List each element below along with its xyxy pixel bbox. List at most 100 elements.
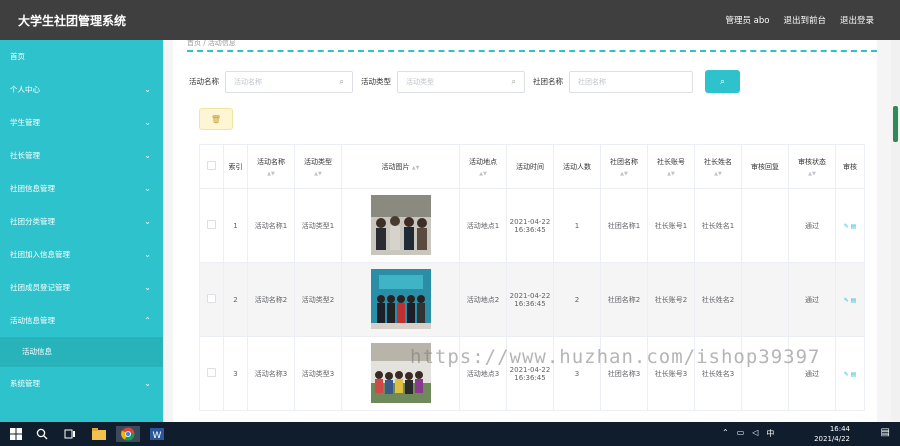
sidebar: 首页 个人中心 ⌄ 学生管理 ⌄ 社长管理 ⌄ 社团信息管理 ⌄ 社团分类管理 ⌄ 社团加… (0, 40, 163, 422)
back-to-front-link[interactable]: 退出到前台 (783, 14, 826, 26)
club-name-input[interactable]: 社团名称 (569, 70, 693, 93)
network-icon[interactable]: ▭ (737, 428, 745, 439)
chevron-up-icon[interactable]: ⌃ (722, 428, 729, 439)
sidebar-item-label: 社团信息管理 (10, 184, 55, 193)
sidebar-item-label: 社团成员登记管理 (10, 283, 70, 292)
cell-reply (741, 262, 789, 337)
activity-photo[interactable] (370, 194, 431, 255)
chevron-down-icon: ⌄ (144, 379, 151, 388)
cell-leader-name: 社长姓名1 (694, 188, 742, 263)
sort-icon[interactable]: ▲▼ (648, 171, 694, 177)
scrollbar-thumb[interactable] (893, 106, 898, 142)
select-all-checkbox[interactable] (199, 144, 224, 189)
cell-type: 活动类型2 (294, 262, 342, 337)
notification-icon[interactable]: ▤ (881, 427, 890, 438)
row-select[interactable] (199, 262, 224, 337)
delete-button[interactable]: 🗑 (199, 108, 233, 130)
sort-icon[interactable]: ▲▼ (601, 171, 647, 177)
cell-name: 活动名称3 (247, 336, 295, 411)
sidebar-item-students[interactable]: 学生管理 ⌄ (0, 106, 163, 139)
cell-audit: ✎ ▤ (835, 262, 865, 337)
cell-leader-name: 社长姓名2 (694, 262, 742, 337)
sidebar-item-activity-manage[interactable]: 活动信息管理 ⌃ (0, 304, 163, 337)
sort-icon[interactable]: ▲▼ (460, 171, 506, 177)
cell-club: 社团名称1 (600, 188, 648, 263)
top-header: 大学生社团管理系统 管理员 abo 退出到前台 退出登录 (0, 0, 900, 40)
edit-icon[interactable]: ✎ ▤ (844, 297, 857, 304)
sidebar-item-club-join[interactable]: 社团加入信息管理 ⌄ (0, 238, 163, 271)
cell-status: 通过 (788, 188, 836, 263)
header-label: 活动时间 (516, 162, 544, 171)
activity-name-label: 活动名称 (189, 77, 219, 86)
chevron-down-icon: ⌄ (144, 184, 151, 193)
checkbox[interactable] (207, 368, 216, 377)
col-name[interactable]: 活动名称 ▲▼ (247, 144, 295, 189)
col-place[interactable]: 活动地点 ▲▼ (459, 144, 507, 189)
col-leader-account[interactable]: 社长账号 ▲▼ (647, 144, 695, 189)
task-view-icon[interactable] (62, 426, 78, 442)
word-icon[interactable]: W (148, 426, 166, 442)
breadcrumb: 首页 / 活动信息 (187, 40, 236, 47)
checkbox[interactable] (207, 161, 216, 170)
chevron-down-icon: ⌄ (144, 118, 151, 127)
activity-type-label: 活动类型 (361, 77, 391, 86)
sidebar-item-club-info[interactable]: 社团信息管理 ⌄ (0, 172, 163, 205)
sidebar-item-label: 活动信息 (22, 347, 52, 356)
chevron-up-icon: ⌃ (144, 316, 151, 325)
col-type[interactable]: 活动类型 ▲▼ (294, 144, 342, 189)
sort-icon[interactable]: ▲▼ (412, 165, 420, 171)
col-leader-name[interactable]: 社长姓名 ▲▼ (694, 144, 742, 189)
sidebar-item-member-register[interactable]: 社团成员登记管理 ⌄ (0, 271, 163, 304)
placeholder-text: 活动类型 (406, 77, 434, 86)
activity-name-input[interactable]: 活动名称 ⌕ (225, 70, 353, 93)
os-taskbar: W ⌃ ▭ ◁ 中 16:44 2021/4/22 ▤ (0, 422, 900, 446)
sidebar-item-home[interactable]: 首页 (0, 40, 163, 73)
header-label: 活动类型 (304, 157, 332, 166)
cell-name: 活动名称1 (247, 188, 295, 263)
vertical-scrollbar[interactable] (891, 40, 900, 422)
sidebar-item-personal-center[interactable]: 个人中心 ⌄ (0, 73, 163, 106)
edit-icon[interactable]: ✎ ▤ (844, 223, 857, 230)
file-explorer-icon[interactable] (90, 426, 108, 442)
search-button[interactable]: ⌕ (705, 70, 740, 93)
sidebar-item-club-category[interactable]: 社团分类管理 ⌄ (0, 205, 163, 238)
cell-name: 活动名称2 (247, 262, 295, 337)
checkbox[interactable] (207, 294, 216, 303)
chevron-down-icon: ⌄ (144, 250, 151, 259)
edit-icon[interactable]: ✎ ▤ (844, 371, 857, 378)
row-select[interactable] (199, 188, 224, 263)
sort-icon[interactable]: ▲▼ (295, 171, 341, 177)
ime-indicator[interactable]: 中 (766, 428, 774, 439)
cell-leader-account: 社长账号2 (647, 262, 695, 337)
cell-club: 社团名称2 (600, 262, 648, 337)
activity-photo[interactable] (370, 268, 431, 329)
sort-icon[interactable]: ▲▼ (789, 171, 835, 177)
sidebar-item-label: 社团加入信息管理 (10, 250, 70, 259)
sidebar-item-system[interactable]: 系统管理 ⌄ (0, 367, 163, 400)
table-row: 2 活动名称2 活动类型2 活动地点2 2021-04-22 16:36:45 … (199, 262, 865, 337)
logout-link[interactable]: 退出登录 (840, 14, 874, 26)
windows-start-icon[interactable] (8, 426, 24, 442)
col-status[interactable]: 审核状态 ▲▼ (788, 144, 836, 189)
activity-type-input[interactable]: 活动类型 ⌕ (397, 70, 525, 93)
clock[interactable]: 16:44 2021/4/22 (814, 424, 850, 444)
sidebar-item-leaders[interactable]: 社长管理 ⌄ (0, 139, 163, 172)
row-select[interactable] (199, 336, 224, 411)
col-people: 活动人数 (553, 144, 601, 189)
sort-icon[interactable]: ▲▼ (248, 171, 294, 177)
placeholder-text: 社团名称 (578, 77, 606, 86)
sort-icon[interactable]: ▲▼ (695, 171, 741, 177)
chevron-down-icon: ⌄ (144, 217, 151, 226)
col-image[interactable]: 活动图片 ▲▼ (341, 144, 460, 189)
table-row: 1 活动名称1 活动类型1 活动地点1 2021-04-22 16:36:45 … (199, 188, 865, 263)
volume-icon[interactable]: ◁ (752, 428, 758, 439)
sidebar-subitem-activity-info[interactable]: 活动信息 (0, 337, 163, 367)
col-audit: 审核 (835, 144, 865, 189)
chrome-icon[interactable] (116, 426, 140, 442)
col-club[interactable]: 社团名称 ▲▼ (600, 144, 648, 189)
cell-place: 活动地点1 (459, 188, 507, 263)
chevron-down-icon: ⌄ (144, 85, 151, 94)
checkbox[interactable] (207, 220, 216, 229)
placeholder-text: 活动名称 (234, 77, 262, 86)
search-icon[interactable] (34, 426, 50, 442)
